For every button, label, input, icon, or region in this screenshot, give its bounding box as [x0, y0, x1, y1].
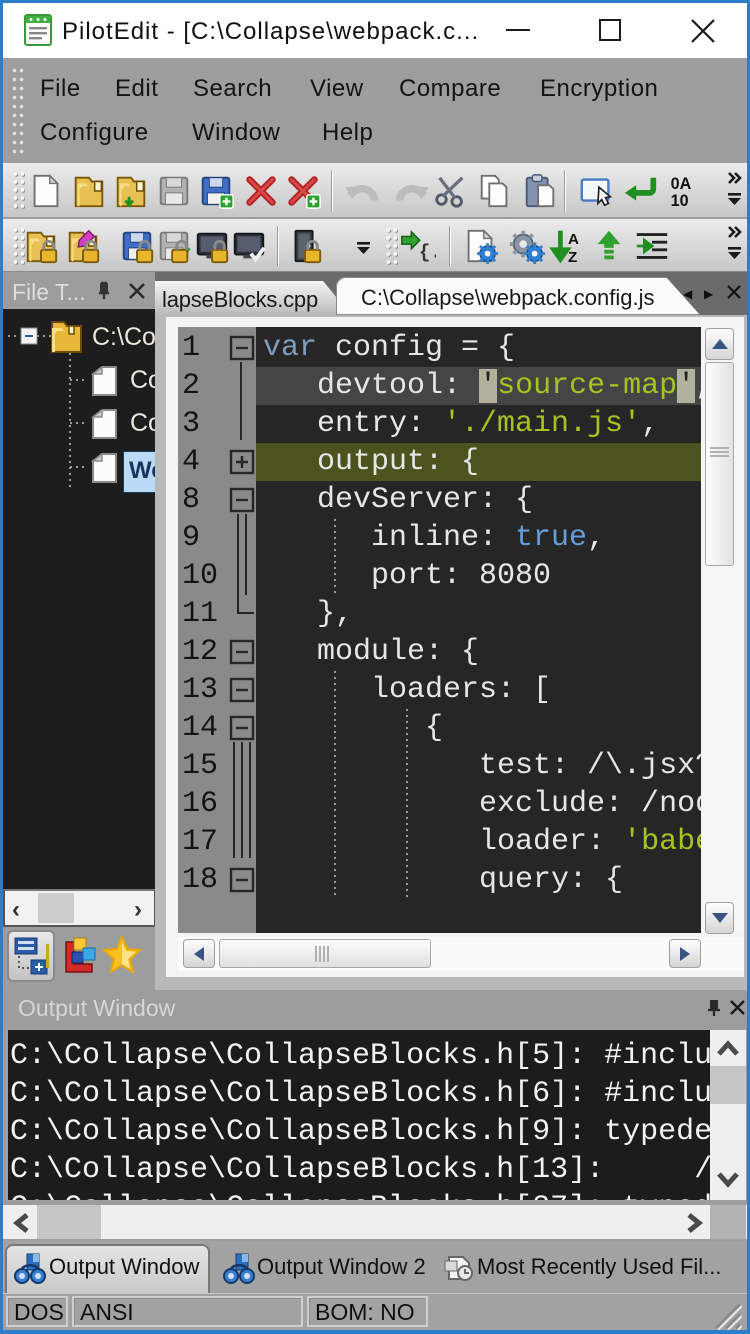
svg-text:{..}: {..}	[419, 241, 436, 263]
svg-text:Z: Z	[568, 249, 577, 265]
svg-text:A: A	[568, 231, 579, 248]
svg-text:10: 10	[671, 192, 689, 210]
svg-text:0A: 0A	[671, 175, 692, 193]
